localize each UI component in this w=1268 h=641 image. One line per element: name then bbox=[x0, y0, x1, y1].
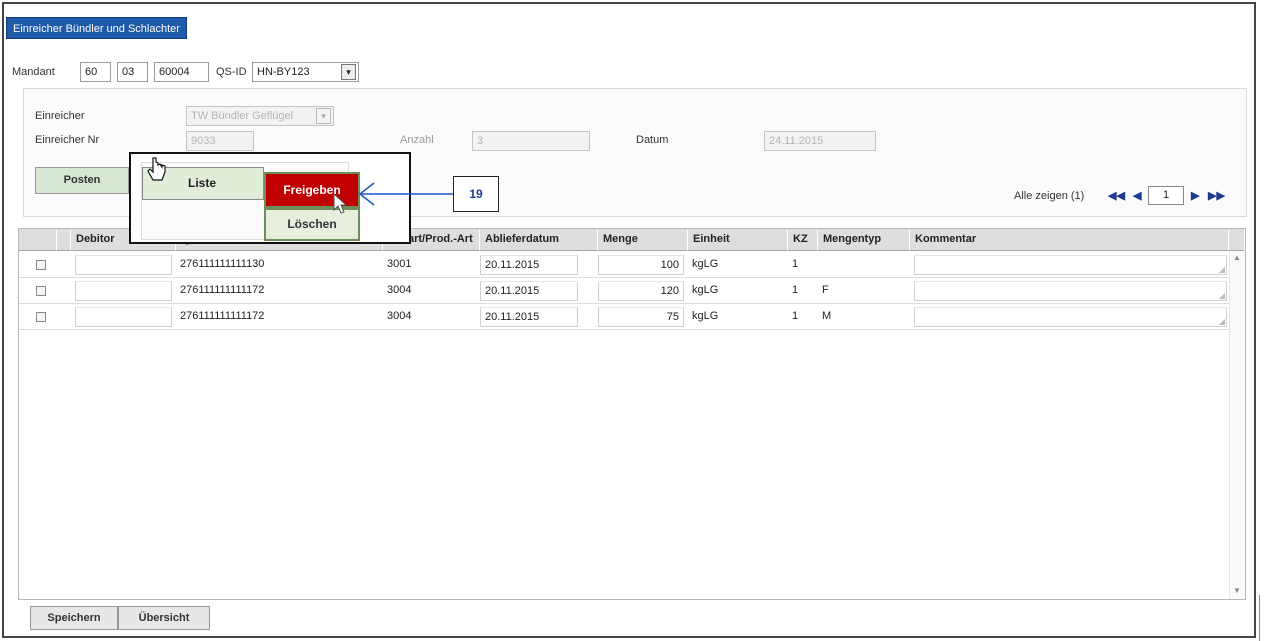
einreicher-select[interactable]: TW Bündler Geflügel bbox=[186, 106, 334, 126]
cell-ablieferdatum[interactable]: 20.11.2015 bbox=[480, 307, 578, 327]
context-menu-popup: Liste Freigeben Löschen bbox=[129, 152, 411, 244]
cell-ablieferdatum[interactable]: 20.11.2015 bbox=[480, 255, 578, 275]
cell-mengentyp[interactable]: M bbox=[818, 307, 910, 327]
cell-art: 3004 bbox=[387, 310, 412, 322]
cell-ablieferdatum[interactable]: 20.11.2015 bbox=[480, 281, 578, 301]
cell-qsid: 276111111111130 bbox=[180, 258, 265, 270]
cell-art: 3004 bbox=[387, 284, 412, 296]
cell-debitor[interactable] bbox=[75, 307, 172, 327]
row-checkbox[interactable] bbox=[36, 286, 46, 296]
cell-einheit: kgLG bbox=[692, 310, 719, 322]
cell-kz: 1 bbox=[792, 284, 799, 296]
context-menu-panel: Liste Freigeben Löschen bbox=[141, 162, 360, 241]
cell-art: 3001 bbox=[387, 258, 412, 270]
header-scroll-corner bbox=[1229, 229, 1245, 251]
einreicher-label: Einreicher bbox=[35, 110, 85, 122]
cell-qsid: 276111111111172 bbox=[180, 310, 265, 322]
cell-menge[interactable]: 120 bbox=[598, 281, 684, 301]
header-einheit[interactable]: Einheit bbox=[688, 229, 788, 251]
cell-kommentar[interactable]: ◢ bbox=[914, 307, 1227, 327]
header-kz[interactable]: KZ bbox=[788, 229, 818, 251]
table-row[interactable]: 276111111111130 3001 20.11.2015 100 kgLG… bbox=[19, 252, 1229, 278]
prev-page-icon[interactable]: ◀ bbox=[1133, 187, 1141, 205]
header-menge[interactable]: Menge bbox=[598, 229, 688, 251]
page-number-input[interactable]: 1 bbox=[1148, 186, 1184, 205]
cell-einheit: kgLG bbox=[692, 284, 719, 296]
table-row[interactable]: 276111111111172 3004 20.11.2015 75 kgLG … bbox=[19, 304, 1229, 330]
save-button[interactable]: Speichern bbox=[30, 606, 118, 630]
row-checkbox[interactable] bbox=[36, 260, 46, 270]
anzahl-label: Anzahl bbox=[400, 134, 434, 146]
cell-mengentyp[interactable] bbox=[818, 255, 910, 275]
resize-handle-icon[interactable]: ◢ bbox=[1219, 318, 1225, 326]
einreicher-dropdown-arrow-icon[interactable]: ▾ bbox=[316, 108, 331, 124]
cell-debitor[interactable] bbox=[75, 255, 172, 275]
cell-qsid: 276111111111172 bbox=[180, 284, 265, 296]
liste-button[interactable]: Liste bbox=[142, 167, 264, 200]
window-edge bbox=[1259, 595, 1268, 641]
table-row[interactable]: 276111111111172 3004 20.11.2015 120 kgLG… bbox=[19, 278, 1229, 304]
cell-kz: 1 bbox=[792, 258, 799, 270]
cell-kommentar[interactable]: ◢ bbox=[914, 255, 1227, 275]
first-page-icon[interactable]: ◀◀ bbox=[1108, 187, 1125, 205]
grid-vertical-scrollbar[interactable]: ▲ ▼ bbox=[1229, 251, 1245, 599]
step-callout-badge: 19 bbox=[453, 176, 499, 212]
header-select-column bbox=[19, 229, 57, 251]
mandant-field-3[interactable]: 60004 bbox=[154, 62, 209, 82]
qsid-dropdown-arrow-icon[interactable]: ▾ bbox=[341, 64, 356, 80]
cell-menge[interactable]: 100 bbox=[598, 255, 684, 275]
cell-debitor[interactable] bbox=[75, 281, 172, 301]
header-ablieferdatum[interactable]: Ablieferdatum bbox=[480, 229, 598, 251]
row-checkbox[interactable] bbox=[36, 312, 46, 322]
datum-field[interactable]: 24.11.2015 bbox=[764, 131, 876, 151]
einreicher-nr-label: Einreicher Nr bbox=[35, 134, 100, 146]
freigeben-button[interactable]: Freigeben bbox=[264, 172, 360, 208]
loeschen-button[interactable]: Löschen bbox=[264, 208, 360, 241]
posten-button[interactable]: Posten bbox=[35, 167, 129, 194]
cell-mengentyp[interactable]: F bbox=[818, 281, 910, 301]
scroll-down-icon[interactable]: ▼ bbox=[1233, 586, 1241, 596]
cell-kz: 1 bbox=[792, 310, 799, 322]
next-page-icon[interactable]: ▶ bbox=[1191, 187, 1199, 205]
last-page-icon[interactable]: ▶▶ bbox=[1208, 187, 1225, 205]
header-mengentyp[interactable]: Mengentyp bbox=[818, 229, 910, 251]
cell-einheit: kgLG bbox=[692, 258, 719, 270]
mandant-field-2[interactable]: 03 bbox=[117, 62, 148, 82]
header-kommentar[interactable]: Kommentar bbox=[910, 229, 1229, 251]
mandant-field-1[interactable]: 60 bbox=[80, 62, 111, 82]
show-all-label[interactable]: Alle zeigen (1) bbox=[1014, 187, 1084, 205]
header-spacer bbox=[57, 229, 71, 251]
cell-kommentar[interactable]: ◢ bbox=[914, 281, 1227, 301]
einreicher-nr-field[interactable]: 9033 bbox=[186, 131, 254, 151]
datum-label: Datum bbox=[636, 134, 669, 146]
cell-menge[interactable]: 75 bbox=[598, 307, 684, 327]
overview-button[interactable]: Übersicht bbox=[118, 606, 210, 630]
scroll-up-icon[interactable]: ▲ bbox=[1233, 253, 1241, 263]
window-title-tab[interactable]: Einreicher Bündler und Schlachter bbox=[6, 17, 187, 39]
resize-handle-icon[interactable]: ◢ bbox=[1219, 292, 1225, 300]
resize-handle-icon[interactable]: ◢ bbox=[1219, 266, 1225, 274]
posten-grid: Debitor QS-ID Nr Tierart/Prod.-Art Ablie… bbox=[18, 228, 1246, 600]
qsid-label: QS-ID bbox=[216, 66, 247, 78]
anzahl-field[interactable]: 3 bbox=[472, 131, 590, 151]
mandant-label: Mandant bbox=[12, 66, 55, 78]
